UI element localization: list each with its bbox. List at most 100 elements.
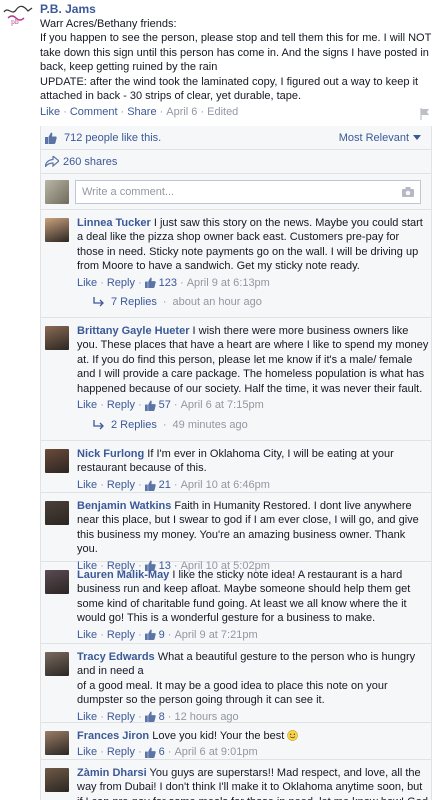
comment-list: Linnea Tucker I just saw this story on t…	[41, 210, 431, 800]
like-link[interactable]: Like	[40, 106, 60, 118]
sort-label: Most Relevant	[338, 131, 409, 144]
comment-meta: Like · Reply · 8 · 12 hours ago	[77, 710, 429, 724]
logo-icon[interactable]: pb	[2, 2, 34, 26]
avatar[interactable]	[45, 501, 69, 525]
separator: ·	[167, 710, 172, 723]
comment-placeholder: Write a comment...	[82, 185, 175, 198]
comment-item: Zàmin Dharsi You guys are superstars!! M…	[41, 760, 431, 800]
separator: ·	[137, 710, 142, 723]
separator: ·	[137, 399, 142, 412]
comment-like-link[interactable]: Like	[77, 478, 97, 492]
separator: ·	[162, 419, 167, 431]
camera-icon[interactable]	[402, 186, 414, 197]
comment-content: Tracy Edwards What a beautiful gesture t…	[77, 650, 429, 724]
comment-content: Lauren Malik-May I like the sticky note …	[77, 568, 429, 642]
separator: ·	[167, 628, 172, 641]
comment-meta: Like · Reply · 21 · April 10 at 6:46pm	[77, 478, 429, 492]
comment-time[interactable]: April 10 at 6:46pm	[181, 478, 270, 492]
chevron-down-icon	[413, 134, 421, 140]
comment-like-link[interactable]: Like	[77, 745, 97, 759]
avatar[interactable]	[45, 768, 69, 792]
comment-author[interactable]: Linnea Tucker	[77, 217, 151, 229]
replies-link[interactable]: 2 Replies	[111, 419, 157, 431]
likes-count[interactable]: 712 people like this.	[64, 132, 161, 144]
avatar[interactable]	[45, 731, 69, 755]
post-actions: Like · Comment · Share · April 6 · Edited	[40, 106, 238, 118]
comment-reply-link[interactable]: Reply	[107, 398, 135, 412]
post-author[interactable]: P.B. Jams	[40, 2, 96, 16]
avatar[interactable]	[45, 218, 69, 242]
separator: ·	[159, 106, 164, 118]
comment-time[interactable]: April 9 at 7:21pm	[174, 628, 257, 642]
replies-link[interactable]: 7 Replies	[111, 296, 157, 308]
feedback-panel: 712 people like this. Most Relevant 260 …	[40, 126, 432, 800]
comment-like-link[interactable]: Like	[77, 628, 97, 642]
separator: ·	[162, 296, 167, 308]
separator: ·	[100, 710, 104, 723]
comment-content: Nick Furlong If I'm ever in Oklahoma Cit…	[77, 447, 429, 492]
comment-content: Brittany Gayle Hueter I wish there were …	[77, 324, 429, 412]
comment-like-link[interactable]: Like	[77, 276, 97, 290]
comment-like-count[interactable]: 21	[159, 478, 171, 492]
comment-input[interactable]: Write a comment...	[75, 179, 421, 204]
thumbs-up-icon	[144, 711, 156, 723]
comment-item: Frances Jiron Love you kid! Your the bes…	[41, 723, 431, 760]
comment-like-count[interactable]: 57	[159, 398, 171, 412]
likes-row: 712 people like this. Most Relevant	[41, 126, 431, 150]
svg-text:pb: pb	[11, 19, 19, 26]
comment-author[interactable]: Tracy Edwards	[77, 651, 155, 663]
avatar[interactable]	[45, 449, 69, 473]
separator: ·	[63, 106, 67, 118]
comment-author[interactable]: Benjamin Watkins	[77, 500, 171, 512]
comment-like-link[interactable]: Like	[77, 710, 97, 724]
share-arrow-icon	[45, 156, 59, 167]
comment-author[interactable]: Zàmin Dharsi	[77, 767, 147, 779]
separator: ·	[120, 106, 125, 118]
comment-reply-link[interactable]: Reply	[107, 628, 135, 642]
separator: ·	[173, 478, 178, 491]
avatar	[45, 179, 69, 204]
separator: ·	[100, 399, 104, 412]
share-link[interactable]: Share	[127, 106, 156, 118]
flag-icon[interactable]	[420, 108, 430, 120]
separator: ·	[200, 106, 205, 118]
post-edited[interactable]: Edited	[207, 106, 238, 118]
post-text: Warr Acres/Bethany friends: If you happe…	[40, 18, 432, 103]
comment-content: Linnea Tucker I just saw this story on t…	[77, 216, 429, 290]
comment-author[interactable]: Nick Furlong	[77, 448, 144, 460]
comment-like-count[interactable]: 123	[159, 276, 177, 290]
comment-reply-link[interactable]: Reply	[107, 478, 135, 492]
comment-author[interactable]: Lauren Malik-May	[77, 569, 169, 581]
shares-row: 260 shares	[41, 150, 431, 174]
comment-time[interactable]: April 9 at 6:13pm	[187, 276, 270, 290]
separator: ·	[137, 478, 142, 491]
comment-reply-link[interactable]: Reply	[107, 276, 135, 290]
view-replies[interactable]: 7 Replies · about an hour ago	[93, 296, 262, 308]
sort-dropdown[interactable]: Most Relevant	[339, 132, 421, 144]
comment-like-link[interactable]: Like	[77, 398, 97, 412]
comment-meta: Like · Reply · 6 · April 6 at 9:01pm	[77, 745, 429, 759]
separator: ·	[100, 478, 104, 491]
comment-reply-link[interactable]: Reply	[107, 710, 135, 724]
shares-count[interactable]: 260 shares	[63, 156, 117, 168]
comment-link[interactable]: Comment	[70, 106, 118, 118]
replies-time: about an hour ago	[172, 296, 262, 308]
comment-meta: Like · Reply · 123 · April 9 at 6:13pm	[77, 276, 429, 290]
comment-meta: Like · Reply · 57 · April 6 at 7:15pm	[77, 398, 429, 412]
comment-author[interactable]: Frances Jiron	[77, 730, 149, 742]
post-date[interactable]: April 6	[166, 106, 197, 118]
comment-reply-link[interactable]: Reply	[107, 745, 135, 759]
comment-item: Linnea Tucker I just saw this story on t…	[41, 210, 431, 318]
comment-time[interactable]: April 6 at 7:15pm	[181, 398, 264, 412]
avatar[interactable]	[45, 652, 69, 676]
replies-time: 49 minutes ago	[172, 419, 248, 431]
comment-time[interactable]: 12 hours ago	[174, 710, 238, 724]
thumbs-up-icon	[144, 277, 156, 289]
avatar[interactable]	[45, 570, 69, 594]
view-replies[interactable]: 2 Replies · 49 minutes ago	[93, 419, 248, 431]
avatar[interactable]	[45, 326, 69, 350]
write-comment-row: Write a comment...	[41, 174, 431, 210]
comment-time[interactable]: April 6 at 9:01pm	[174, 745, 257, 759]
separator: ·	[100, 628, 104, 641]
comment-author[interactable]: Brittany Gayle Hueter	[77, 325, 189, 337]
